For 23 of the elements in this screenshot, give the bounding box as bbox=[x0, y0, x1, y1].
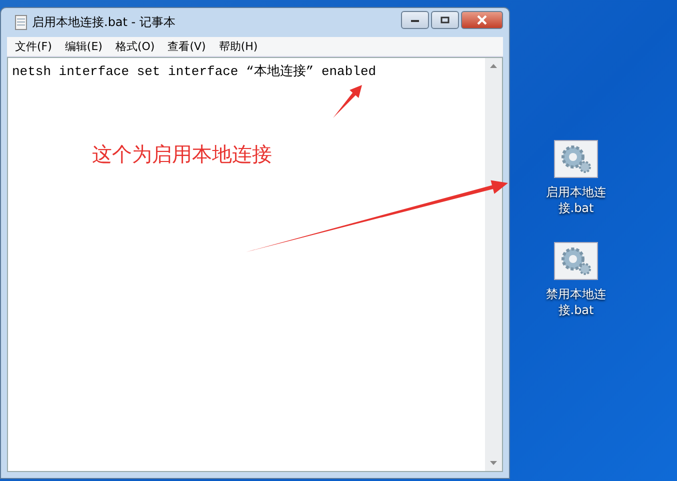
menu-item[interactable]: 帮助(H) bbox=[218, 39, 258, 54]
menu-item[interactable]: 文件(F) bbox=[15, 39, 52, 54]
maximize-button[interactable] bbox=[431, 11, 459, 29]
vertical-scrollbar[interactable] bbox=[485, 58, 502, 471]
menu-item[interactable]: 格式(O) bbox=[115, 39, 155, 54]
gear-file-icon[interactable] bbox=[554, 140, 598, 178]
scroll-down-icon[interactable] bbox=[490, 461, 497, 465]
minimize-icon bbox=[410, 17, 420, 23]
close-button[interactable] bbox=[461, 11, 503, 29]
editor-text: netsh interface set interface “本地连接” enabled bbox=[12, 64, 376, 79]
desktop-icon-label[interactable]: 启用本地连接.bat bbox=[544, 184, 608, 216]
annotation-text: 这个为启用本地连接 bbox=[92, 141, 272, 168]
window-title: 启用本地连接.bat - 记事本 bbox=[32, 14, 176, 31]
menu-item[interactable]: 查看(V) bbox=[168, 39, 206, 54]
gear-file-icon[interactable] bbox=[554, 242, 598, 280]
desktop-icon-label[interactable]: 禁用本地连接.bat bbox=[544, 286, 608, 318]
notepad-icon bbox=[15, 15, 27, 30]
scroll-up-icon[interactable] bbox=[490, 64, 497, 68]
close-icon bbox=[476, 15, 488, 25]
minimize-button[interactable] bbox=[401, 11, 429, 29]
maximize-icon bbox=[440, 16, 450, 24]
annotation-arrow bbox=[333, 85, 362, 118]
menu-item[interactable]: 编辑(E) bbox=[64, 39, 102, 54]
